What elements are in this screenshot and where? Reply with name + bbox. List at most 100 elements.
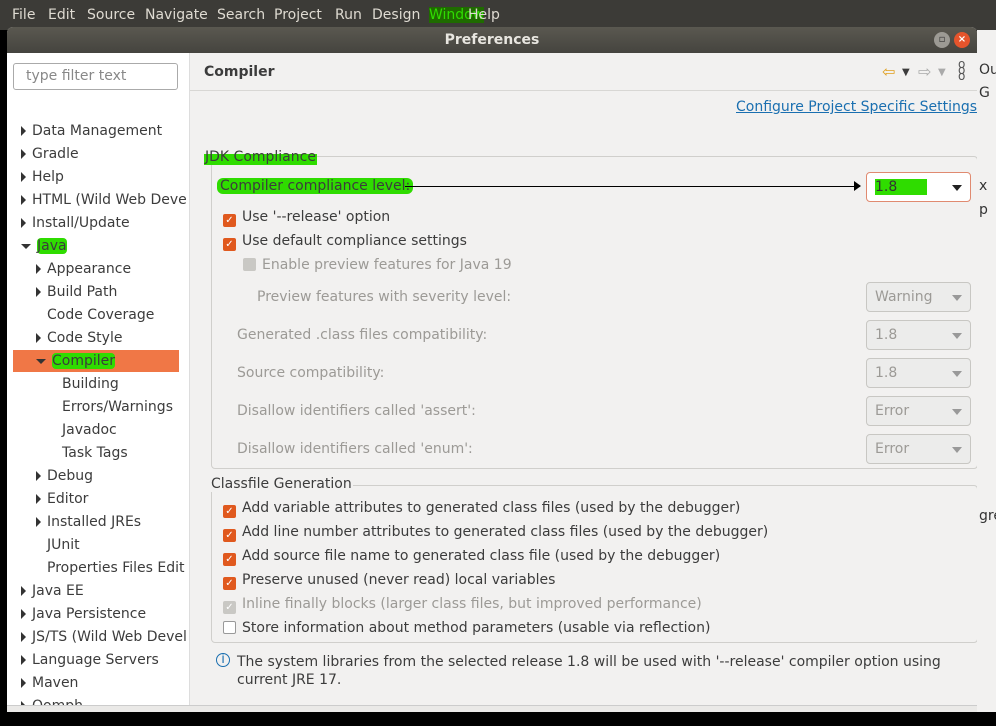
classfile-option-checkbox[interactable]: ✓ Inline finally blocks (larger class fil… — [223, 596, 702, 614]
jdk-compliance-label: JDK Compliance — [204, 149, 317, 165]
tree-item[interactable]: Task Tags — [7, 442, 128, 464]
classfile-option-checkbox[interactable]: ✓ Add source file name to generated class… — [223, 548, 720, 566]
tree-item-label: Javadoc — [62, 422, 117, 438]
collapsed-arrow-icon[interactable] — [21, 678, 26, 688]
tree-item[interactable]: Gradle — [7, 143, 79, 165]
menu-edit[interactable]: Edit — [48, 7, 75, 23]
tree-item-label: Code Coverage — [47, 307, 155, 323]
tree-item[interactable]: Java — [7, 235, 67, 257]
close-button[interactable]: × — [954, 32, 970, 48]
collapsed-arrow-icon[interactable] — [36, 517, 41, 527]
preferences-dialog: Preferences ▫ × type filter text Data Ma… — [7, 27, 977, 712]
tree-item[interactable]: Help — [7, 166, 64, 188]
tree-item-label: Task Tags — [62, 445, 128, 461]
filter-input[interactable]: type filter text — [13, 63, 178, 90]
collapsed-arrow-icon[interactable] — [36, 333, 41, 343]
enable-preview-checkbox[interactable]: Enable preview features for Java 19 — [243, 257, 512, 273]
tree-item-label: Maven — [32, 675, 79, 691]
tree-item-label: Appearance — [47, 261, 132, 277]
tree-item[interactable]: JUnit — [7, 534, 80, 556]
tree-item[interactable]: Javadoc — [7, 419, 117, 441]
forward-dropdown-icon[interactable]: ▼ — [938, 67, 946, 78]
classfile-option-checkbox[interactable]: ✓ Preserve unused (never read) local vari… — [223, 572, 555, 590]
menu-run[interactable]: Run — [335, 7, 362, 23]
back-dropdown-icon[interactable]: ▼ — [902, 67, 910, 78]
tree-item[interactable]: Java EE — [7, 580, 84, 602]
annotation-arrow — [405, 186, 860, 187]
collapsed-arrow-icon[interactable] — [21, 632, 26, 642]
collapsed-arrow-icon[interactable] — [21, 149, 26, 159]
collapsed-arrow-icon[interactable] — [21, 126, 26, 136]
collapsed-arrow-icon[interactable] — [21, 172, 26, 182]
tree-item[interactable]: Editor — [7, 488, 88, 510]
forward-arrow-icon[interactable]: ⇨ — [918, 62, 931, 81]
tree-item[interactable]: Building — [7, 373, 119, 395]
maximize-button[interactable]: ▫ — [934, 32, 950, 48]
workbench-background: Out G x p gres — [977, 30, 996, 712]
dialog-titlebar: Preferences ▫ × — [7, 27, 977, 53]
back-arrow-icon[interactable]: ⇦ — [882, 62, 895, 81]
classfile-option-checkbox[interactable]: Store information about method parameter… — [223, 620, 710, 636]
collapsed-arrow-icon[interactable] — [21, 609, 26, 619]
combo-value: Error — [875, 403, 910, 419]
menu-source[interactable]: Source — [87, 7, 135, 23]
collapsed-arrow-icon[interactable] — [36, 494, 41, 504]
tree-item-label: Java EE — [32, 583, 84, 599]
compliance-level-combo[interactable]: 1.8 — [866, 172, 971, 202]
collapsed-arrow-icon[interactable] — [21, 586, 26, 596]
menu-navigate[interactable]: Navigate — [145, 7, 208, 23]
tree-item[interactable]: Code Coverage — [7, 304, 154, 326]
collapsed-arrow-icon[interactable] — [21, 655, 26, 665]
collapsed-arrow-icon[interactable] — [36, 287, 41, 297]
collapsed-arrow-icon[interactable] — [21, 218, 26, 228]
chevron-down-icon — [952, 333, 962, 339]
menu-search[interactable]: Search — [217, 7, 265, 23]
classfile-option-checkbox[interactable]: ✓ Add line number attributes to generated… — [223, 524, 768, 542]
tree-item[interactable]: Errors/Warnings — [7, 396, 173, 418]
tree-item[interactable]: Data Management — [7, 120, 162, 142]
tree-item[interactable]: Code Style — [7, 327, 122, 349]
tree-item[interactable]: Maven — [7, 672, 78, 694]
tree-item-label: JS/TS (Wild Web Devel — [32, 629, 187, 645]
setting-label: Source compatibility: — [237, 365, 385, 381]
use-default-compliance-checkbox[interactable]: ✓ Use default compliance settings — [223, 233, 467, 251]
tree-item[interactable]: Language Servers — [7, 649, 159, 671]
classfile-option-checkbox[interactable]: ✓ Add variable attributes to generated cl… — [223, 500, 740, 518]
menu-project[interactable]: Project — [274, 7, 322, 23]
tree-item[interactable]: Installed JREs — [7, 511, 141, 533]
checkbox-label: Store information about method parameter… — [242, 620, 711, 636]
tree-item[interactable]: Install/Update — [7, 212, 130, 234]
view-menu-icon[interactable]: ooo — [958, 58, 965, 82]
tree-item[interactable]: Java Persistence — [7, 603, 146, 625]
tree-item[interactable]: Debug — [7, 465, 93, 487]
collapsed-arrow-icon[interactable] — [36, 471, 41, 481]
tree-item[interactable]: Properties Files Edit — [7, 557, 184, 579]
combo-value: 1.8 — [875, 365, 898, 381]
combo-value: Error — [875, 441, 910, 457]
tree-item-label: Gradle — [32, 146, 79, 162]
setting-combo[interactable]: Error — [866, 396, 971, 426]
checkbox-label: Inline finally blocks (larger class file… — [242, 596, 702, 612]
setting-combo[interactable]: 1.8 — [866, 358, 971, 388]
configure-project-settings-link[interactable]: Configure Project Specific Settings... — [736, 99, 977, 115]
expanded-arrow-icon[interactable] — [36, 358, 46, 364]
tree-item-label: Help — [32, 169, 64, 185]
setting-combo[interactable]: Warning — [866, 282, 971, 312]
tree-item[interactable]: HTML (Wild Web Deve — [7, 189, 187, 211]
collapsed-arrow-icon[interactable] — [21, 195, 26, 205]
collapsed-arrow-icon[interactable] — [36, 264, 41, 274]
expanded-arrow-icon[interactable] — [21, 243, 31, 249]
tree-item[interactable]: Compiler — [13, 350, 179, 372]
tree-item[interactable]: Build Path — [7, 281, 117, 303]
use-release-checkbox[interactable]: ✓ Use '--release' option — [223, 209, 390, 227]
menu-help[interactable]: Help — [468, 7, 500, 23]
checkbox-label: Use '--release' option — [242, 209, 391, 225]
checkbox-icon: ✓ — [223, 553, 236, 566]
tree-item[interactable]: Appearance — [7, 258, 131, 280]
tree-item[interactable]: JS/TS (Wild Web Devel — [7, 626, 187, 648]
setting-combo[interactable]: 1.8 — [866, 320, 971, 350]
setting-combo[interactable]: Error — [866, 434, 971, 464]
menu-file[interactable]: File — [12, 7, 35, 23]
checkbox-label: Add variable attributes to generated cla… — [242, 500, 741, 516]
menu-design[interactable]: Design — [372, 7, 420, 23]
